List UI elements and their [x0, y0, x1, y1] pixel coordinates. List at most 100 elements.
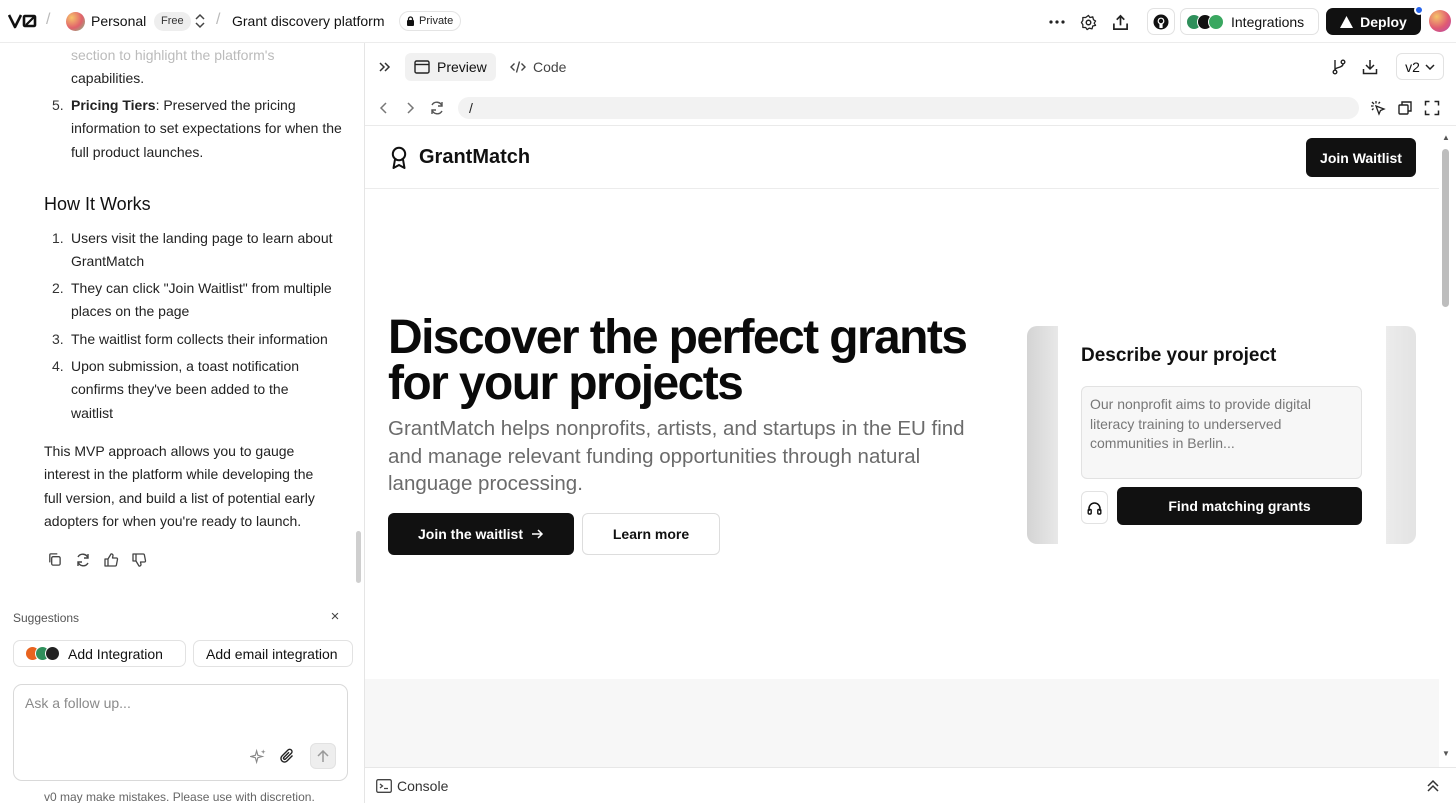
- disclaimer-text: v0 may make mistakes. Please use with di…: [44, 790, 315, 803]
- copy-icon[interactable]: [46, 551, 63, 568]
- scroll-up-arrow-icon[interactable]: ▲: [1442, 133, 1450, 142]
- headphones-icon: [1087, 501, 1102, 515]
- version-label: v2: [1405, 58, 1420, 75]
- chevron-down-icon: [1425, 63, 1435, 70]
- integration-logos-icon: [25, 646, 60, 661]
- send-button[interactable]: [310, 743, 336, 769]
- list-number: 5.: [52, 97, 64, 113]
- share-upload-icon[interactable]: [1108, 10, 1132, 34]
- preview-scrollbar[interactable]: ▲ ▼: [1439, 127, 1456, 767]
- version-select[interactable]: v2: [1396, 53, 1444, 80]
- join-waitlist-button[interactable]: Join Waitlist: [1306, 138, 1416, 177]
- sparkles-icon[interactable]: [248, 746, 268, 766]
- download-icon[interactable]: [1360, 57, 1380, 77]
- integrations-label: Integrations: [1231, 13, 1305, 30]
- headphones-button[interactable]: [1081, 491, 1108, 524]
- integrations-button[interactable]: Integrations: [1180, 8, 1319, 35]
- console-label: Console: [397, 778, 449, 794]
- button-label: Join the waitlist: [417, 526, 523, 542]
- learn-more-button[interactable]: Learn more: [582, 513, 720, 555]
- close-icon[interactable]: ×: [328, 609, 342, 624]
- section-heading: How It Works: [44, 194, 151, 214]
- site-brand[interactable]: GrantMatch: [419, 146, 530, 169]
- github-button[interactable]: [1147, 8, 1175, 35]
- suggestion-add-email-integration[interactable]: Add email integration: [193, 640, 353, 667]
- suggestion-add-integration[interactable]: Add Integration: [13, 640, 186, 667]
- site-header: GrantMatch Join Waitlist: [365, 127, 1439, 189]
- forward-arrow-icon[interactable]: [402, 100, 418, 116]
- preview-toolbar: Preview Code v2: [365, 44, 1456, 90]
- arrow-up-icon: [317, 749, 329, 762]
- more-options-icon[interactable]: [1045, 10, 1069, 34]
- git-branch-icon[interactable]: [1329, 57, 1349, 77]
- select-element-icon[interactable]: [1370, 100, 1386, 116]
- list-item-pricing: Pricing Tiers: Preserved the pricing inf…: [71, 94, 343, 164]
- visibility-label: Private: [419, 15, 454, 27]
- tab-preview[interactable]: Preview: [405, 53, 496, 81]
- tab-code[interactable]: Code: [501, 53, 575, 81]
- list-item-fragment: capabilities.: [71, 70, 145, 86]
- terminal-icon: [376, 779, 392, 793]
- open-new-window-icon[interactable]: [1397, 100, 1413, 116]
- suggestion-label: Add Integration: [68, 645, 163, 662]
- v0-logo-icon[interactable]: [8, 12, 38, 30]
- card-title: Describe your project: [1081, 345, 1277, 366]
- find-matching-grants-button[interactable]: Find matching grants: [1117, 487, 1362, 525]
- workspace-avatar[interactable]: [66, 12, 85, 31]
- chevrons-right-icon[interactable]: [377, 59, 393, 75]
- breadcrumb-separator: /: [216, 11, 221, 28]
- browser-window-icon: [414, 60, 430, 74]
- breadcrumb-separator: /: [46, 11, 51, 28]
- scroll-down-arrow-icon[interactable]: ▼: [1442, 749, 1450, 758]
- chevron-up-down-icon[interactable]: [193, 12, 207, 30]
- project-card: Describe your project Our nonprofit aims…: [1058, 326, 1386, 544]
- list-item: Upon submission, a toast notification co…: [71, 358, 300, 421]
- site-next-section: [365, 679, 1439, 767]
- fullscreen-icon[interactable]: [1424, 100, 1440, 116]
- list-number: 1.: [52, 230, 64, 246]
- workspace-name[interactable]: Personal: [91, 13, 146, 29]
- visibility-badge[interactable]: Private: [399, 11, 462, 31]
- follow-up-input-box: [13, 684, 348, 781]
- hero-subtitle: GrantMatch helps nonprofits, artists, an…: [388, 417, 965, 495]
- suggestion-label: Add email integration: [206, 645, 338, 662]
- regenerate-icon[interactable]: [74, 551, 91, 568]
- console-bar[interactable]: Console: [365, 767, 1456, 803]
- plan-badge: Free: [154, 12, 191, 31]
- user-avatar[interactable]: [1429, 10, 1451, 32]
- suggestions-label: Suggestions: [13, 611, 80, 625]
- chat-scrollbar[interactable]: [356, 531, 361, 583]
- chevrons-up-icon[interactable]: [1425, 778, 1441, 794]
- paperclip-icon[interactable]: [277, 746, 297, 766]
- project-description-input[interactable]: Our nonprofit aims to provide digital li…: [1081, 386, 1362, 479]
- list-number: 2.: [52, 280, 64, 296]
- arrow-right-icon: [532, 529, 544, 539]
- thumbs-down-icon[interactable]: [130, 551, 147, 568]
- deploy-button[interactable]: Deploy: [1326, 8, 1421, 35]
- join-the-waitlist-button[interactable]: Join the waitlist: [388, 513, 574, 555]
- message-actions: [46, 551, 147, 568]
- integration-logos-icon: [1186, 13, 1224, 30]
- project-name[interactable]: Grant discovery platform: [232, 13, 385, 29]
- list-item: The waitlist form collects their informa…: [71, 331, 328, 347]
- tab-label: Code: [533, 59, 567, 75]
- award-ribbon-icon: [391, 146, 407, 169]
- refresh-icon[interactable]: [429, 100, 445, 116]
- url-input[interactable]: /: [458, 97, 1359, 119]
- thumbs-up-icon[interactable]: [102, 551, 119, 568]
- site-preview: GrantMatch Join Waitlist Discover the pe…: [365, 127, 1439, 767]
- summary-paragraph: This MVP approach allows you to gauge in…: [44, 443, 315, 530]
- chat-panel: section to highlight the platform's capa…: [0, 44, 364, 803]
- github-icon: [1153, 14, 1169, 29]
- scrollbar-thumb[interactable]: [1442, 149, 1449, 307]
- list-item-fragment: section to highlight the platform's: [71, 47, 275, 63]
- back-arrow-icon[interactable]: [376, 100, 392, 116]
- code-icon: [510, 61, 526, 73]
- list-item: They can click "Join Waitlist" from mult…: [71, 280, 332, 320]
- tab-label: Preview: [437, 59, 487, 75]
- settings-gear-icon[interactable]: [1076, 10, 1100, 34]
- lock-icon: [407, 16, 414, 26]
- follow-up-input[interactable]: [25, 695, 325, 735]
- top-bar: / Personal Free / Grant discovery platfo…: [0, 0, 1456, 43]
- chat-messages: section to highlight the platform's capa…: [0, 44, 352, 592]
